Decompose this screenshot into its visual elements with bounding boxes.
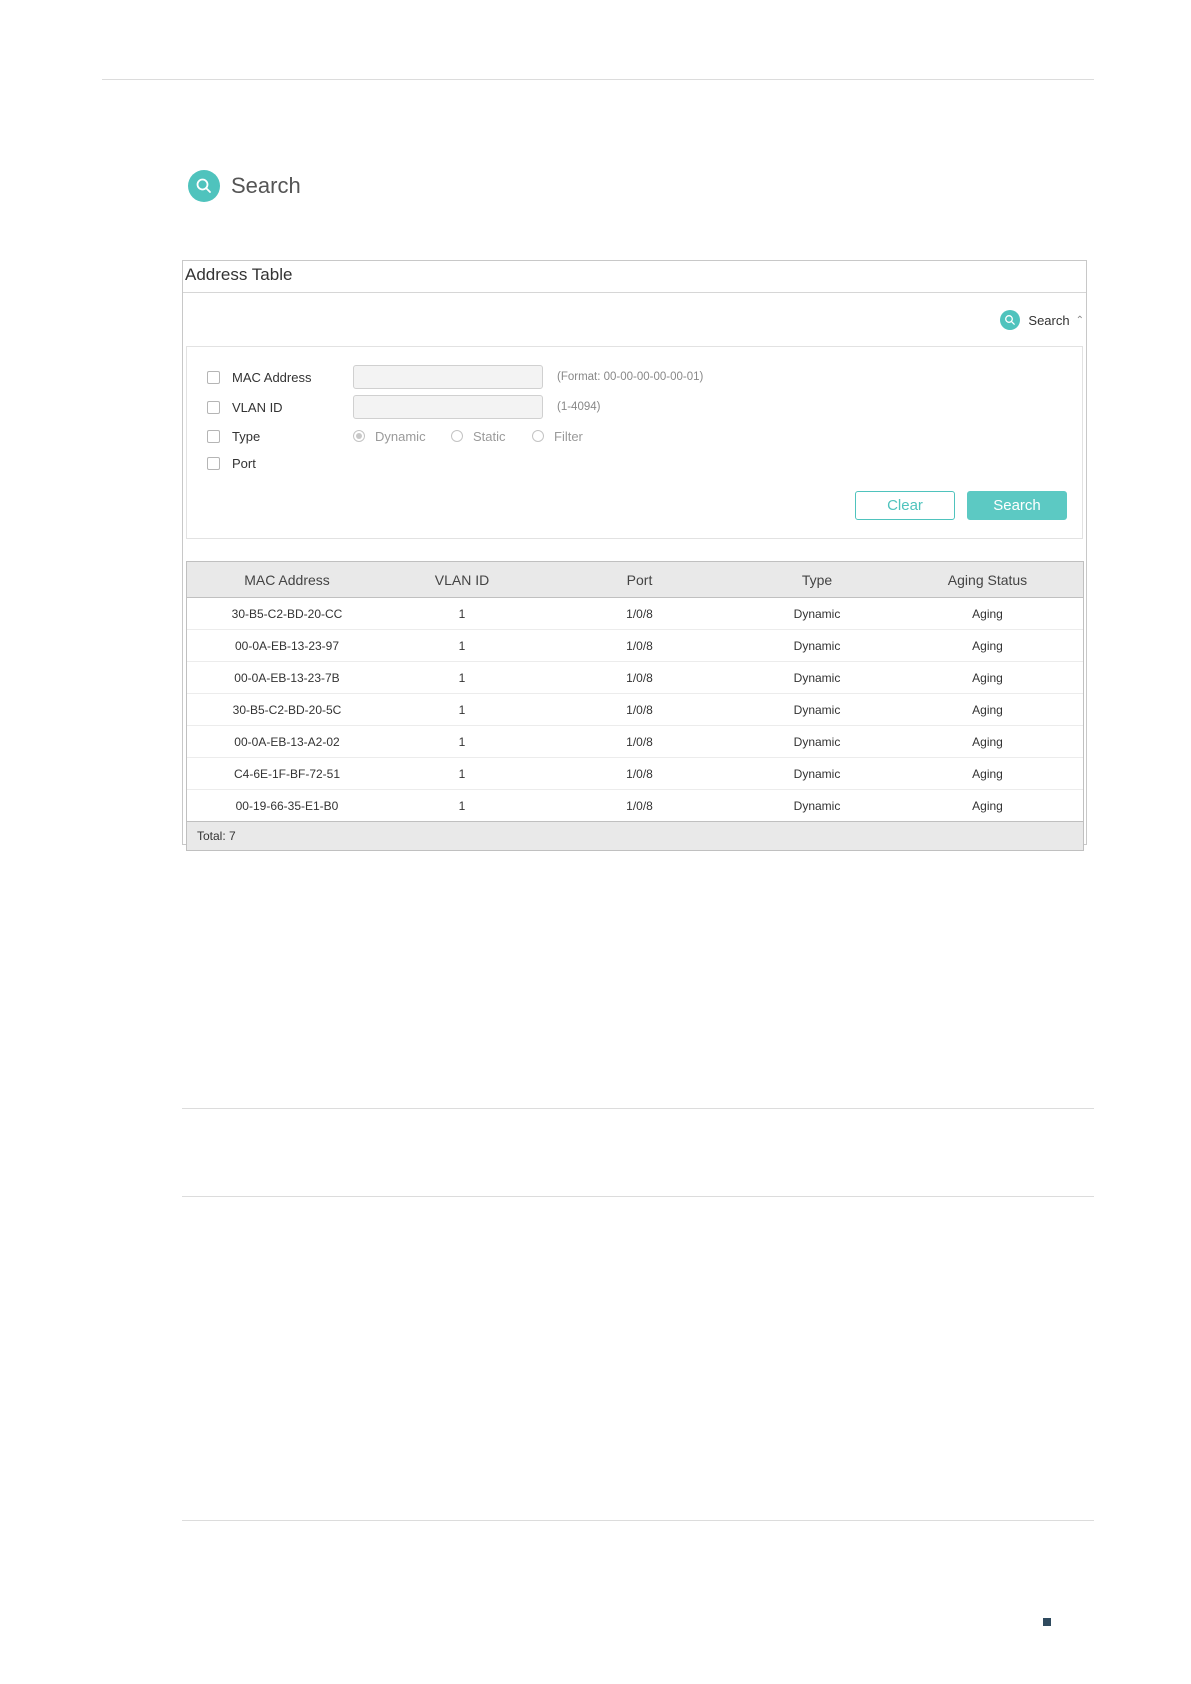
page-marker <box>1043 1618 1051 1626</box>
cell-type: Dynamic <box>793 638 841 653</box>
column-header-type[interactable]: Type <box>742 562 892 597</box>
cell-port: 1/0/8 <box>626 798 653 813</box>
vlan-filter-label: VLAN ID <box>232 399 283 415</box>
cell-type: Dynamic <box>793 606 841 621</box>
chevron-up-icon: ⌃ <box>1075 314 1084 326</box>
address-table-panel: Address Table Search ⌃ MAC Address (Form… <box>182 260 1087 851</box>
panel-title: Address Table <box>185 265 293 284</box>
search-icon <box>188 170 220 202</box>
cell-type: Dynamic <box>793 734 841 749</box>
mac-format-hint: (Format: 00-00-00-00-00-01) <box>557 371 704 383</box>
vlan-filter-checkbox[interactable] <box>207 400 220 414</box>
cell-aging: Aging <box>972 702 1003 717</box>
vlan-range-hint: (1-4094) <box>557 401 601 413</box>
mac-filter-label: MAC Address <box>232 369 312 385</box>
cell-port: 1/0/8 <box>626 670 653 685</box>
mac-address-input[interactable] <box>353 365 543 389</box>
vlan-id-input[interactable] <box>353 395 543 419</box>
table-row[interactable]: 00-0A-EB-13-A2-02 1 1/0/8 Dynamic Aging <box>187 726 1083 758</box>
cell-vlan: 1 <box>458 766 466 781</box>
radio-label-dynamic: Dynamic <box>375 428 426 444</box>
cell-aging: Aging <box>972 670 1003 685</box>
cell-port: 1/0/8 <box>626 606 653 621</box>
cell-aging: Aging <box>972 798 1003 813</box>
cell-mac: 30-B5-C2-BD-20-5C <box>232 702 342 717</box>
search-button[interactable]: Search <box>967 491 1067 520</box>
search-toggle[interactable]: Search ⌃ <box>1000 310 1084 330</box>
type-filter-label: Type <box>232 428 261 444</box>
cell-type: Dynamic <box>793 702 841 717</box>
cell-aging: Aging <box>972 638 1003 653</box>
mac-filter-row: MAC Address (Format: 00-00-00-00-00-01) <box>187 365 1082 389</box>
cell-mac: 00-19-66-35-E1-B0 <box>235 798 339 813</box>
cell-mac: 30-B5-C2-BD-20-CC <box>231 606 343 621</box>
cell-aging: Aging <box>972 606 1003 621</box>
address-table: MAC Address VLAN ID Port Type Aging Stat… <box>186 561 1084 851</box>
port-filter-row: Port <box>187 452 1082 474</box>
radio-dynamic[interactable] <box>353 430 365 442</box>
top-divider <box>102 79 1094 80</box>
cell-type: Dynamic <box>793 670 841 685</box>
search-toggle-label: Search <box>1028 312 1070 328</box>
section-title: Search <box>231 173 301 198</box>
cell-vlan: 1 <box>458 638 466 653</box>
table-row[interactable]: 30-B5-C2-BD-20-5C 1 1/0/8 Dynamic Aging <box>187 694 1083 726</box>
cell-aging: Aging <box>972 766 1003 781</box>
type-option-dynamic[interactable]: Dynamic <box>353 429 426 444</box>
table-row[interactable]: 00-0A-EB-13-23-7B 1 1/0/8 Dynamic Aging <box>187 662 1083 694</box>
cell-mac: C4-6E-1F-BF-72-51 <box>233 766 341 781</box>
column-header-port[interactable]: Port <box>537 562 742 597</box>
table-row[interactable]: C4-6E-1F-BF-72-51 1 1/0/8 Dynamic Aging <box>187 758 1083 790</box>
table-row[interactable]: 30-B5-C2-BD-20-CC 1 1/0/8 Dynamic Aging <box>187 598 1083 630</box>
total-count: Total: 7 <box>197 829 236 843</box>
radio-label-filter: Filter <box>554 428 583 444</box>
port-filter-checkbox[interactable] <box>207 456 220 470</box>
divider <box>182 1108 1094 1109</box>
type-option-static[interactable]: Static <box>451 429 506 444</box>
section-heading: Search <box>188 169 301 203</box>
panel-title-divider <box>183 292 1086 293</box>
cell-vlan: 1 <box>458 670 466 685</box>
type-filter-checkbox[interactable] <box>207 429 220 443</box>
column-header-aging[interactable]: Aging Status <box>892 562 1083 597</box>
cell-mac: 00-0A-EB-13-23-7B <box>234 670 340 685</box>
cell-port: 1/0/8 <box>626 702 653 717</box>
search-form: MAC Address (Format: 00-00-00-00-00-01) … <box>186 346 1083 539</box>
cell-type: Dynamic <box>793 798 841 813</box>
divider <box>182 1520 1094 1521</box>
vlan-filter-row: VLAN ID (1-4094) <box>187 395 1082 419</box>
radio-filter[interactable] <box>532 430 544 442</box>
divider <box>182 1196 1094 1197</box>
cell-port: 1/0/8 <box>626 766 653 781</box>
cell-mac: 00-0A-EB-13-23-97 <box>234 638 340 653</box>
cell-vlan: 1 <box>458 702 466 717</box>
cell-vlan: 1 <box>458 798 466 813</box>
table-row[interactable]: 00-0A-EB-13-23-97 1 1/0/8 Dynamic Aging <box>187 630 1083 662</box>
cell-port: 1/0/8 <box>626 734 653 749</box>
cell-vlan: 1 <box>458 606 466 621</box>
table-header: MAC Address VLAN ID Port Type Aging Stat… <box>187 562 1083 598</box>
radio-label-static: Static <box>473 428 506 444</box>
column-header-mac[interactable]: MAC Address <box>187 562 387 597</box>
cell-mac: 00-0A-EB-13-A2-02 <box>234 734 340 749</box>
type-option-filter[interactable]: Filter <box>532 429 583 444</box>
cell-aging: Aging <box>972 734 1003 749</box>
type-filter-row: Type Dynamic Static Filter <box>187 425 1082 447</box>
table-footer: Total: 7 <box>187 821 1083 850</box>
port-filter-label: Port <box>232 455 256 471</box>
column-header-vlan[interactable]: VLAN ID <box>387 562 537 597</box>
cell-vlan: 1 <box>458 734 466 749</box>
clear-button[interactable]: Clear <box>855 491 955 520</box>
cell-port: 1/0/8 <box>626 638 653 653</box>
mac-filter-checkbox[interactable] <box>207 370 220 384</box>
radio-static[interactable] <box>451 430 463 442</box>
search-icon <box>1000 310 1021 330</box>
table-row[interactable]: 00-19-66-35-E1-B0 1 1/0/8 Dynamic Aging <box>187 790 1083 821</box>
cell-type: Dynamic <box>793 766 841 781</box>
